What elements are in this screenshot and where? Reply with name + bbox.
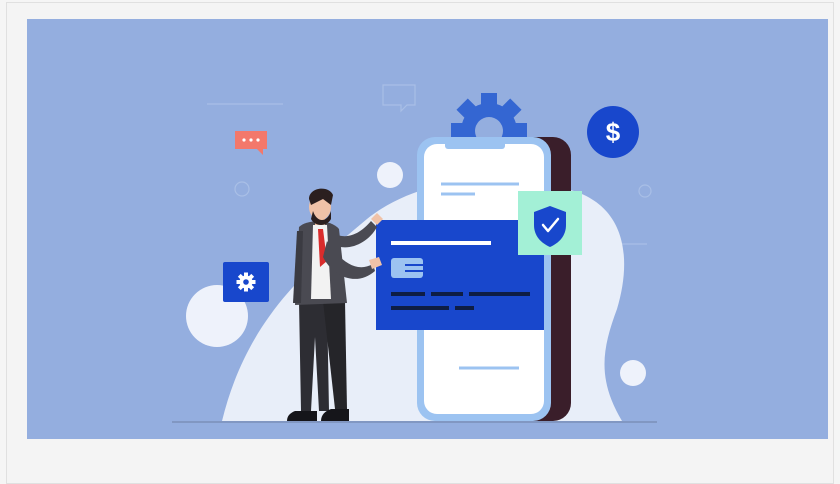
hero-illustration: $ <box>27 19 828 439</box>
card-chip-icon <box>391 258 423 278</box>
dollar-icon: $ <box>587 106 639 158</box>
decor-circle-small <box>377 162 403 188</box>
settings-icon <box>223 262 269 302</box>
svg-text:$: $ <box>606 117 621 147</box>
content-card: $ <box>6 2 834 484</box>
chat-bubble-icon <box>235 131 267 155</box>
decor-circle-right <box>620 360 646 386</box>
shield-check-icon <box>518 191 582 255</box>
